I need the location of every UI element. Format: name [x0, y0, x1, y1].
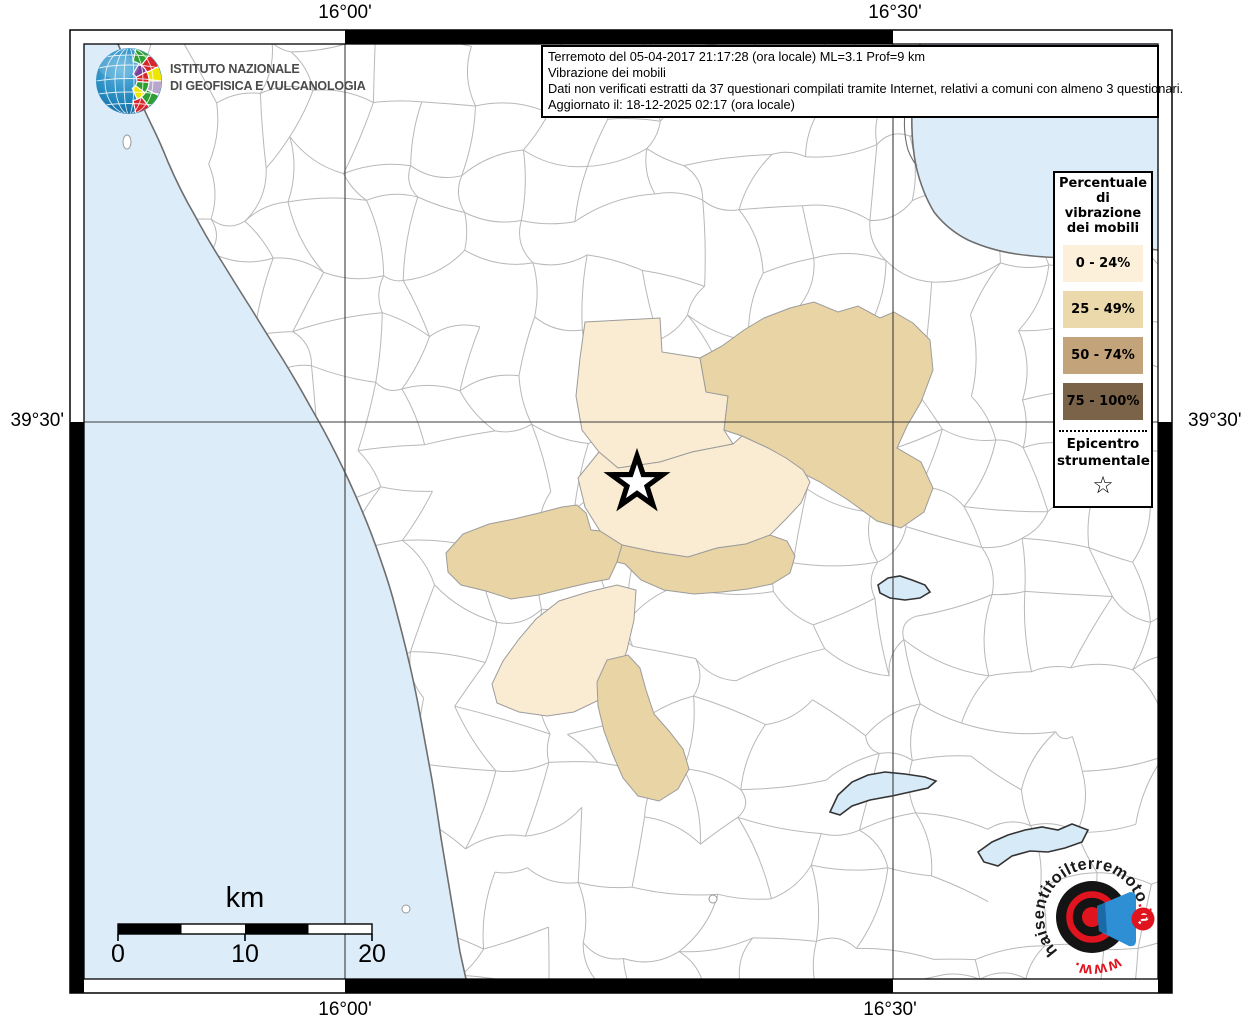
municipal-border-line	[1184, 655, 1211, 696]
scale-tick-0: 0	[111, 940, 125, 968]
municipal-border-line	[1194, 876, 1217, 930]
municipal-border-line	[1184, 584, 1206, 655]
municipal-border-line	[1025, 978, 1038, 979]
ingv-logo-text: ISTITUTO NAZIONALE DI GEOFISICA E VULCAN…	[170, 61, 366, 95]
frame-bottom-black	[345, 979, 893, 993]
legend-panel: Percentuale di vibrazione dei mobili 0 -…	[1053, 171, 1153, 508]
municipal-border-line	[62, 500, 69, 567]
municipal-border-line	[1132, 1010, 1199, 1014]
legend-swatch: 75 - 100%	[1063, 383, 1143, 420]
lat-label-left: 39°30'	[10, 410, 65, 431]
ingv-text-line2: DI GEOFISICA E VULCANOLOGIA	[170, 79, 366, 93]
ingv-text-line1: ISTITUTO NAZIONALE	[170, 62, 300, 76]
municipal-border-line	[1150, 363, 1158, 368]
legend-divider	[1059, 430, 1147, 432]
legend-swatch: 50 - 74%	[1063, 337, 1143, 374]
legend-epicenter-label: Epicentro strumentale	[1057, 436, 1150, 469]
legend-title: Percentuale di vibrazione dei mobili	[1058, 176, 1148, 236]
municipal-border-line	[235, 985, 299, 998]
municipal-border-line	[1191, 96, 1202, 147]
map-canvas: ? haisentitoilterremoto.it www.	[62, 29, 1218, 1014]
frame-left-black	[70, 422, 84, 993]
lon-label-bottom-left: 16°00'	[318, 999, 372, 1020]
scale-tick-20: 20	[358, 940, 386, 968]
map-interior	[62, 41, 1218, 1014]
lon-label-bottom-right: 16°30'	[863, 999, 917, 1020]
scale-segment-1	[118, 924, 182, 934]
ingv-globe-logo	[96, 48, 162, 114]
legend-swatch: 25 - 49%	[1063, 291, 1143, 328]
frame-right-black	[1158, 422, 1172, 993]
municipal-border-line	[1207, 259, 1213, 329]
earthquake-info-box: Terremoto del 05-04-2017 21:17:28 (ora l…	[541, 45, 1184, 118]
municipal-border-line	[1206, 564, 1218, 584]
frame-top-black	[345, 30, 893, 44]
legend-swatch: 0 - 24%	[1063, 245, 1143, 282]
municipal-border-line	[1186, 148, 1192, 218]
scale-segment-3	[245, 924, 309, 934]
legend-star-icon: ☆	[1092, 471, 1114, 499]
info-line-event: Terremoto del 05-04-2017 21:17:28 (ora l…	[548, 49, 926, 64]
municipal-border-line	[1199, 445, 1208, 481]
municipal-border-line	[1206, 368, 1209, 445]
municipal-border-line	[1100, 991, 1132, 1010]
municipal-border-line	[1188, 41, 1202, 96]
screenshot-root: ? haisentitoilterremoto.it www. 16°00' 1…	[0, 0, 1254, 1024]
scale-tick-10: 10	[231, 940, 259, 968]
municipal-border-line	[1206, 329, 1213, 368]
municipal-border-line	[1186, 218, 1207, 259]
info-line-effect: Vibrazione dei mobili	[548, 65, 666, 80]
municipal-border-line	[150, 44, 154, 45]
municipal-border-line	[1194, 930, 1203, 1013]
lon-label-top-left: 16°00'	[318, 2, 372, 23]
info-line-source: Dati non verificati estratti da 37 quest…	[548, 81, 1184, 96]
municipal-border-line	[1183, 839, 1218, 876]
info-line-updated: Aggiornato il: 18-12-2025 02:17 (ora loc…	[548, 97, 795, 112]
scale-unit-label: km	[225, 882, 265, 914]
lon-label-top-right: 16°30'	[868, 2, 922, 23]
legend-swatch-list: 0 - 24% 25 - 49% 50 - 74% 75 - 100%	[1057, 245, 1149, 420]
municipal-border-line	[202, 985, 235, 1007]
lat-label-right: 39°30'	[1188, 410, 1242, 431]
municipal-border-line	[1170, 259, 1207, 277]
